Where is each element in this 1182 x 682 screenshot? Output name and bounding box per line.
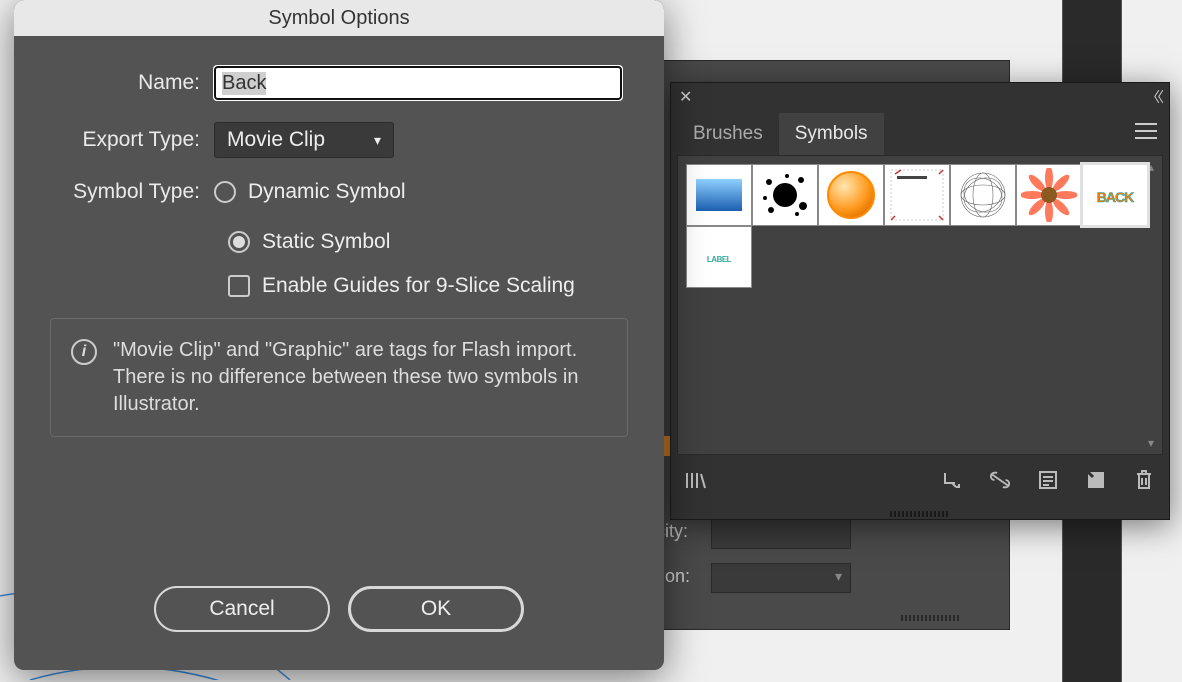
export-type-dropdown[interactable]: Movie Clip ▾	[214, 122, 394, 158]
symbol-thumb-label[interactable]: LABEL	[686, 226, 752, 288]
symbol-thumb-registration[interactable]	[884, 164, 950, 226]
info-box: i "Movie Clip" and "Graphic" are tags fo…	[50, 318, 628, 437]
panel-menu-icon[interactable]	[1123, 122, 1169, 145]
symbol-thumb-splatter[interactable]	[752, 164, 818, 226]
symbol-type-label: Symbol Type:	[44, 180, 214, 204]
symbol-options-icon[interactable]	[1037, 469, 1059, 491]
symbols-panel: ✕ 〈〈 Brushes Symbols ▴ ▾	[670, 82, 1170, 520]
dialog-title: Symbol Options	[14, 0, 664, 36]
symbol-thumb-gradient[interactable]	[686, 164, 752, 226]
info-icon: i	[71, 339, 97, 365]
tab-symbols[interactable]: Symbols	[779, 113, 884, 155]
svg-text:LABEL: LABEL	[707, 255, 732, 264]
location-select[interactable]: ▾	[711, 563, 851, 593]
opacity-select[interactable]	[711, 519, 851, 549]
panel-resize-grip-icon[interactable]	[890, 511, 950, 517]
delete-symbol-icon[interactable]	[1133, 469, 1155, 491]
break-link-icon[interactable]	[989, 469, 1011, 491]
name-label: Name:	[44, 71, 214, 95]
export-type-label: Export Type:	[44, 128, 214, 152]
info-text: "Movie Clip" and "Graphic" are tags for …	[113, 337, 607, 418]
symbol-thumb-spirals[interactable]	[950, 164, 1016, 226]
guides-label: Enable Guides for 9-Slice Scaling	[262, 274, 575, 298]
panel-footer	[671, 455, 1169, 505]
symbol-thumb-orb[interactable]	[818, 164, 884, 226]
dynamic-symbol-label: Dynamic Symbol	[248, 180, 406, 204]
ok-button[interactable]: OK	[348, 586, 524, 632]
tab-brushes[interactable]: Brushes	[677, 113, 779, 155]
panel-close-icon[interactable]: ✕	[679, 87, 692, 107]
panel-collapse-icon[interactable]: 〈〈	[1146, 87, 1161, 107]
dynamic-symbol-radio[interactable]	[214, 181, 236, 203]
svg-text:BACK: BACK	[1097, 189, 1134, 205]
place-instance-icon[interactable]	[941, 469, 963, 491]
static-symbol-label: Static Symbol	[262, 230, 390, 254]
symbol-thumb-flower[interactable]	[1016, 164, 1082, 226]
symbol-thumb-back[interactable]: BACK	[1082, 164, 1148, 226]
name-field[interactable]	[214, 66, 622, 100]
new-symbol-icon[interactable]	[1085, 469, 1107, 491]
chevron-down-icon: ▾	[374, 132, 381, 149]
guides-checkbox[interactable]	[228, 275, 250, 297]
symbol-options-dialog: Symbol Options Name: Export Type: Movie …	[14, 0, 664, 670]
scroll-down-icon[interactable]: ▾	[1144, 436, 1158, 450]
symbols-grid: ▴ ▾ BACK LABEL	[677, 155, 1163, 455]
static-symbol-radio[interactable]	[228, 231, 250, 253]
library-icon[interactable]	[685, 469, 707, 491]
cancel-button[interactable]: Cancel	[154, 586, 330, 632]
export-type-value: Movie Clip	[227, 128, 325, 152]
